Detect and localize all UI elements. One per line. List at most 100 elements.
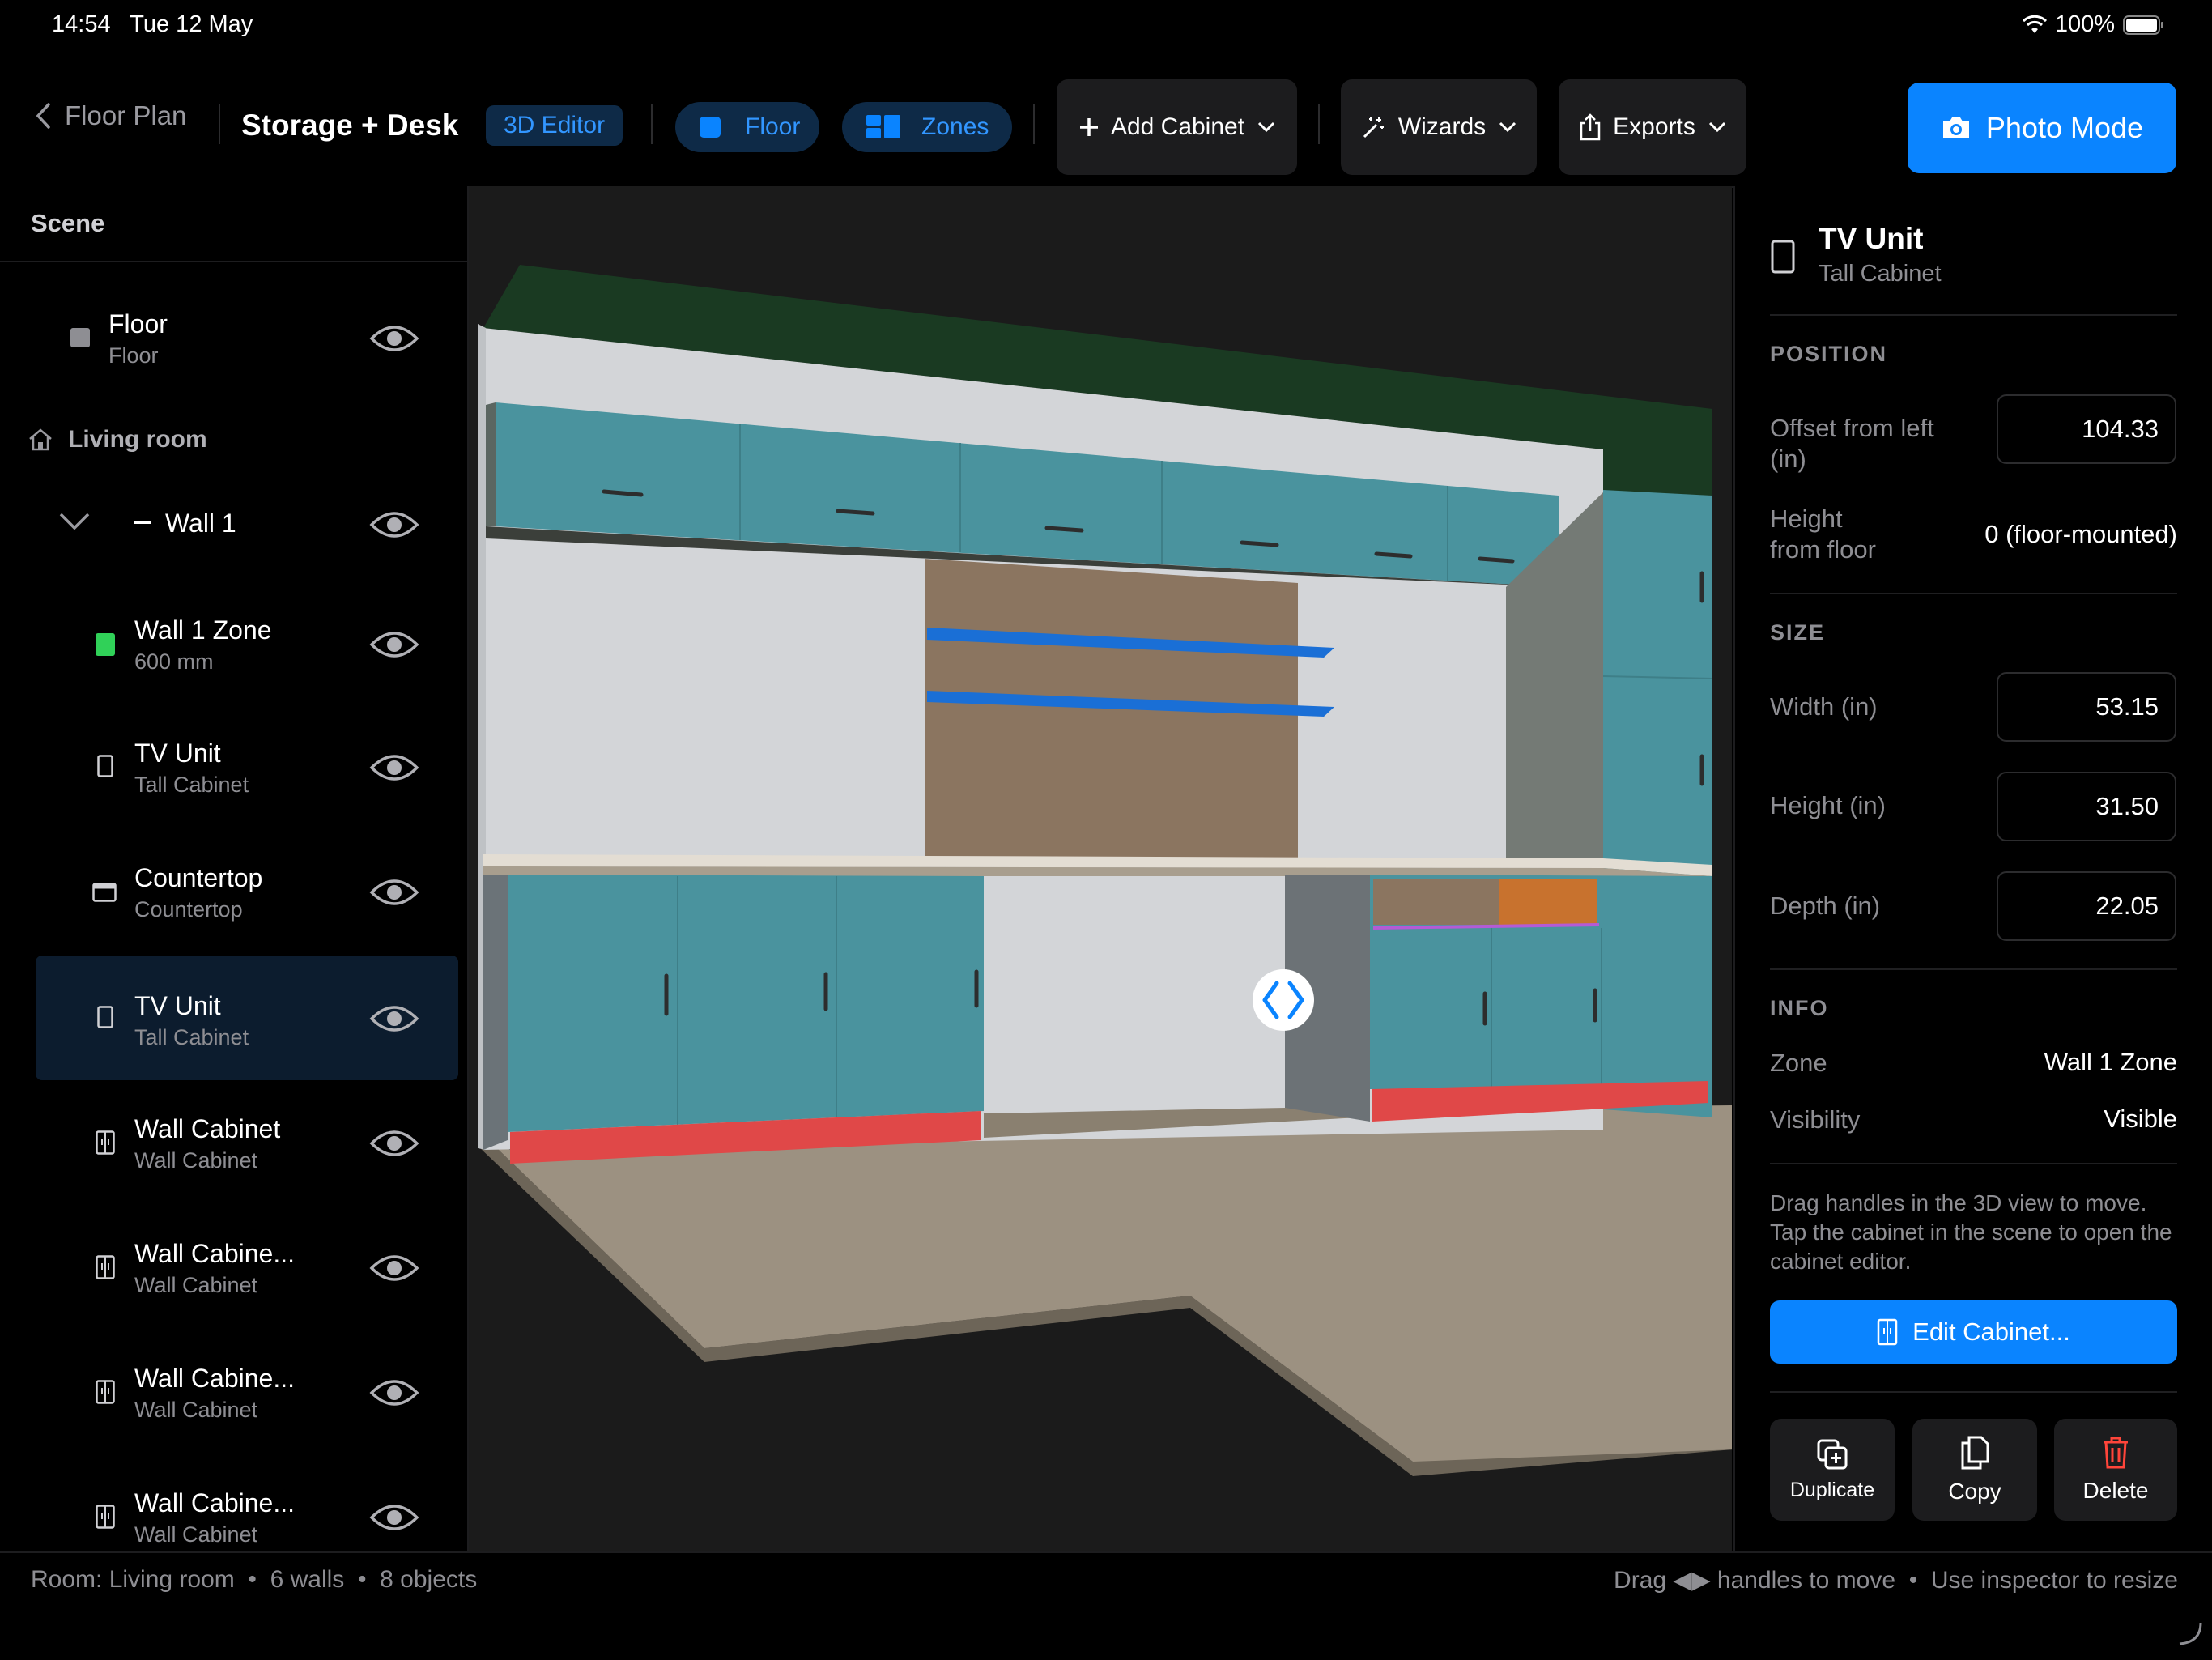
eye-icon[interactable] xyxy=(369,1501,419,1534)
edit-cabinet-button[interactable]: Edit Cabinet... xyxy=(1770,1300,2177,1364)
divider xyxy=(1770,593,2177,594)
add-cabinet-button[interactable]: Add Cabinet xyxy=(1057,79,1297,175)
offset-label: Offset from left (in) xyxy=(1770,414,1934,473)
eye-icon[interactable] xyxy=(369,876,419,909)
divider xyxy=(0,261,467,262)
divider xyxy=(1318,104,1320,144)
divider xyxy=(219,104,220,144)
zones-toggle[interactable]: Zones xyxy=(842,102,1012,152)
height-from-floor-value: 0 (floor-mounted) xyxy=(1984,520,2177,548)
wall-cabinet-icon xyxy=(96,1255,115,1279)
eye-icon[interactable] xyxy=(369,1127,419,1160)
camera-icon xyxy=(1942,117,1969,138)
room-info: Room: Living room • 6 walls • 8 objects xyxy=(31,1566,478,1593)
photo-mode-label: Photo Mode xyxy=(1985,111,2144,144)
wall-cabinet-icon xyxy=(96,1380,115,1404)
delete-button[interactable]: Delete xyxy=(2054,1419,2177,1521)
item-title: Wall 1 Zone xyxy=(134,615,272,645)
scene-title: Scene xyxy=(31,209,105,237)
scene-item-wall-cabinet[interactable]: Wall Cabine... Wall Cabinet xyxy=(36,1205,458,1330)
scene-item-tv-unit[interactable]: TV Unit Tall Cabinet xyxy=(36,704,458,829)
scene-item-wall-1[interactable]: Wall 1 xyxy=(36,462,458,586)
chevron-down-icon xyxy=(1258,121,1275,133)
item-subtitle: Tall Cabinet xyxy=(134,773,249,797)
depth-input[interactable]: 22.05 xyxy=(1997,871,2176,941)
duplicate-button[interactable]: Duplicate xyxy=(1770,1419,1895,1521)
chevron-down-icon[interactable] xyxy=(58,512,91,531)
visibility-value: Visible xyxy=(2104,1105,2177,1133)
item-title: TV Unit xyxy=(134,738,221,768)
edit-cabinet-label: Edit Cabinet... xyxy=(1912,1317,2070,1346)
height-input[interactable]: 31.50 xyxy=(1997,772,2176,841)
size-header: SIZE xyxy=(1770,620,1826,645)
item-title: Countertop xyxy=(134,863,263,892)
width-input[interactable]: 53.15 xyxy=(1997,672,2176,742)
item-title: Wall Cabinet xyxy=(134,1114,281,1143)
position-header: POSITION xyxy=(1770,342,1888,366)
magic-wand-icon xyxy=(1363,117,1384,138)
item-subtitle: Tall Cabinet xyxy=(134,1025,249,1049)
item-title: TV Unit xyxy=(134,991,221,1020)
status-date: Tue 12 May xyxy=(130,11,253,37)
divider xyxy=(651,104,653,144)
eye-icon[interactable] xyxy=(369,509,419,541)
cabinet-handle xyxy=(1478,556,1515,564)
offset-input[interactable]: 104.33 xyxy=(1997,394,2176,464)
scene-panel: Scene Floor Floor Living room Wall 1 Wal… xyxy=(0,186,469,1551)
depth-label: Depth (in) xyxy=(1770,892,1881,920)
cabinet-handle xyxy=(1374,551,1413,559)
3d-scene[interactable] xyxy=(469,186,1732,1551)
chevron-down-icon xyxy=(1708,121,1725,133)
exports-button[interactable]: Exports xyxy=(1559,79,1746,175)
delete-label: Delete xyxy=(2082,1478,2149,1503)
scene-item-tv-unit-selected[interactable]: TV Unit Tall Cabinet xyxy=(36,956,458,1080)
wizards-button[interactable]: Wizards xyxy=(1341,79,1537,175)
scene-item-wall-cabinet[interactable]: Wall Cabine... Wall Cabinet xyxy=(36,1330,458,1454)
scene-item-wall-cabinet[interactable]: Wall Cabinet Wall Cabinet xyxy=(36,1080,458,1205)
back-button[interactable]: Floor Plan xyxy=(29,83,191,149)
info-header: INFO xyxy=(1770,996,1829,1020)
duplicate-label: Duplicate xyxy=(1789,1478,1875,1501)
item-title: Wall Cabine... xyxy=(134,1239,295,1268)
zones-toggle-label: Zones xyxy=(921,113,989,140)
photo-mode-button[interactable]: Photo Mode xyxy=(1908,83,2176,173)
trash-icon xyxy=(2104,1437,2128,1469)
base-cabinet-left-side xyxy=(483,875,508,1150)
cabinet-handle xyxy=(1044,526,1084,533)
wifi-icon xyxy=(2022,15,2047,33)
eye-icon[interactable] xyxy=(369,1002,419,1035)
tall-cabinet-icon xyxy=(1771,240,1795,274)
eye-icon[interactable] xyxy=(369,1252,419,1284)
plus-icon xyxy=(1079,118,1098,136)
wall-cabinet-icon xyxy=(96,1130,115,1155)
base-cabinet-left xyxy=(508,875,984,1132)
mode-badge: 3D Editor xyxy=(486,105,623,146)
copy-button[interactable]: Copy xyxy=(1912,1419,2037,1521)
item-title: Wall 1 xyxy=(165,509,236,538)
item-subtitle: Wall Cabinet xyxy=(134,1522,258,1547)
cabinet-handle xyxy=(1240,540,1279,547)
countertop-icon xyxy=(92,883,117,902)
scene-item-countertop[interactable]: Countertop Countertop xyxy=(36,829,458,954)
eye-icon[interactable] xyxy=(369,1377,419,1409)
scene-item-wall-cabinet[interactable]: Wall Cabine... Wall Cabinet xyxy=(36,1454,458,1551)
scene-item-wall-1-zone[interactable]: Wall 1 Zone 600 mm xyxy=(36,580,458,704)
status-indicators: 100% xyxy=(2022,11,2165,38)
zones-icon xyxy=(866,115,900,138)
scene-item-floor[interactable]: Floor Floor xyxy=(36,275,458,400)
divider xyxy=(1770,968,2177,970)
item-title: Floor xyxy=(108,309,168,338)
chevron-down-icon xyxy=(1499,121,1516,133)
eye-icon[interactable] xyxy=(369,322,419,355)
3d-viewport[interactable] xyxy=(469,186,1732,1551)
cabinet-handle xyxy=(836,509,875,516)
move-handle[interactable] xyxy=(1253,969,1314,1031)
eye-icon[interactable] xyxy=(369,628,419,661)
eye-icon[interactable] xyxy=(369,751,419,784)
item-title: Wall Cabine... xyxy=(134,1488,295,1517)
wizards-label: Wizards xyxy=(1397,113,1487,140)
room-header[interactable]: Living room xyxy=(28,426,207,453)
inspector-subtitle: Tall Cabinet xyxy=(1819,261,1942,287)
floor-toggle[interactable]: Floor xyxy=(675,102,819,152)
floor-surface xyxy=(478,1105,1732,1462)
